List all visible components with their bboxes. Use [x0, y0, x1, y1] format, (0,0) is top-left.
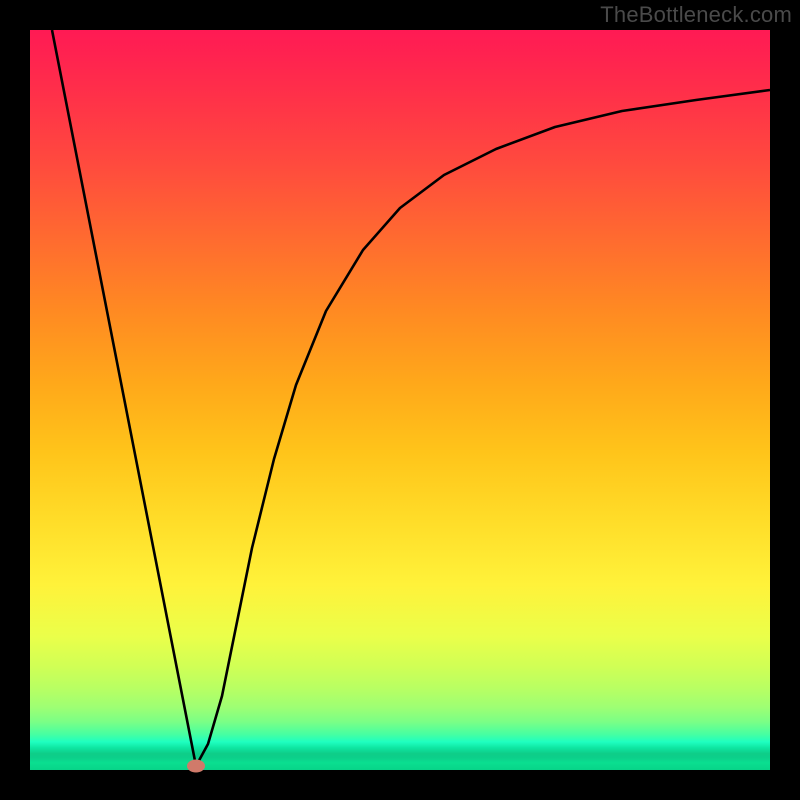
- curve-path: [52, 30, 770, 766]
- plot-area: [30, 30, 770, 770]
- chart-frame: TheBottleneck.com: [0, 0, 800, 800]
- curve-svg: [30, 30, 770, 770]
- minimum-marker: [187, 760, 205, 773]
- watermark-text: TheBottleneck.com: [600, 2, 792, 28]
